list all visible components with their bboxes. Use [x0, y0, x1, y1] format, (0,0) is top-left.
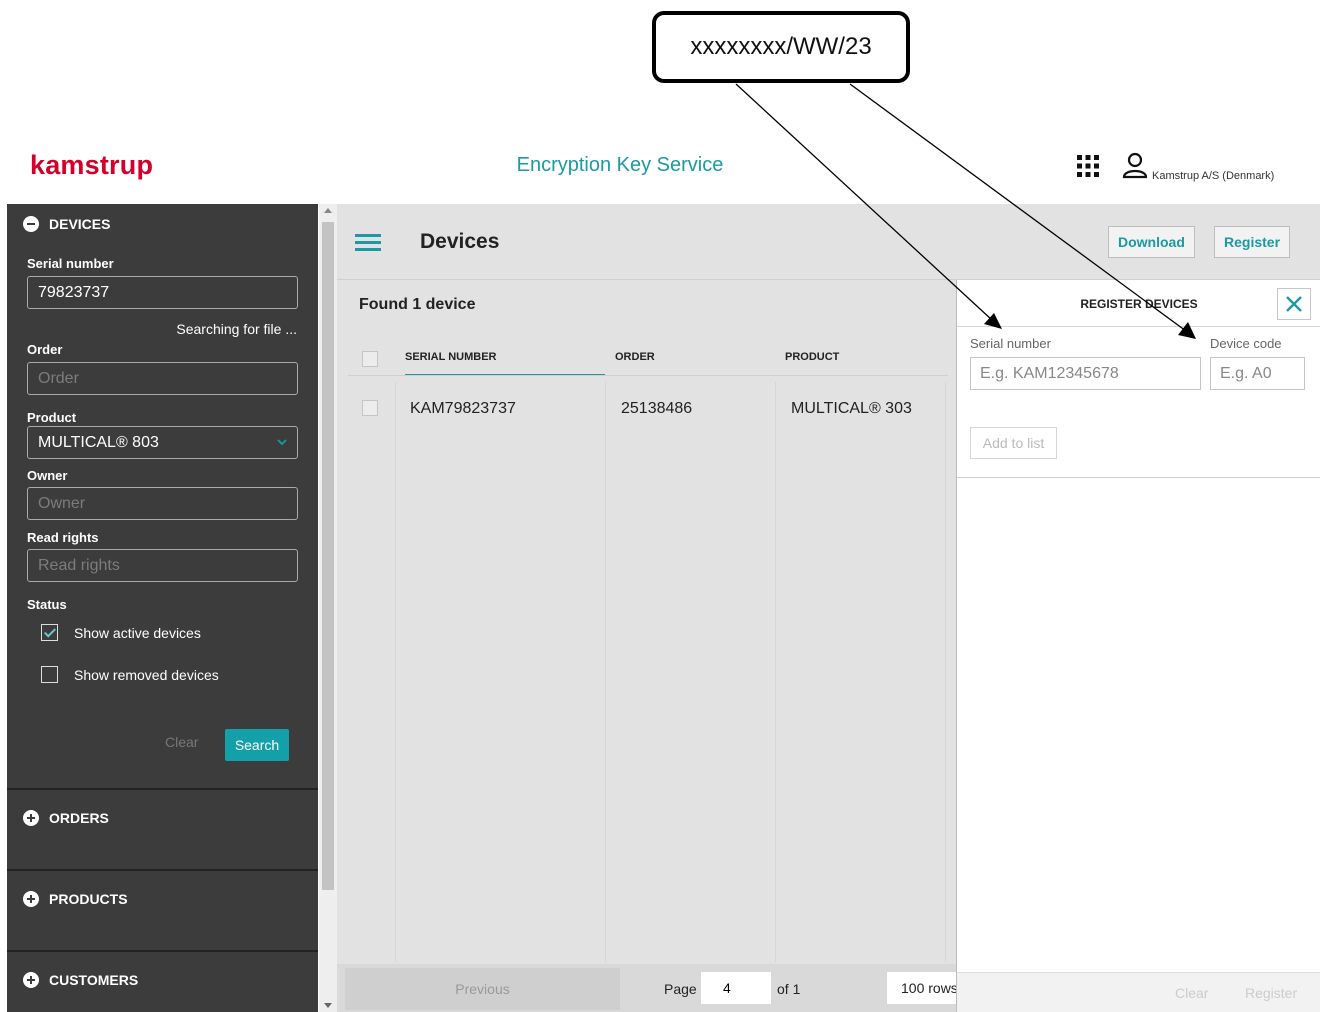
register-devices-panel: REGISTER DEVICES Serial number Device co…	[956, 280, 1320, 1012]
close-panel-button[interactable]	[1277, 288, 1311, 320]
screen: xxxxxxxx/WW/23 kamstrup Encryption Key S…	[0, 0, 1320, 1012]
close-icon	[1286, 296, 1302, 312]
section-divider	[7, 869, 318, 871]
results-count: Found 1 device	[359, 296, 476, 313]
main-toolbar: Devices Download Register	[337, 204, 1320, 280]
owner-input[interactable]: Owner	[27, 487, 298, 520]
show-removed-checkbox-row[interactable]: Show removed devices	[41, 666, 219, 683]
panel-clear-button[interactable]: Clear	[1175, 985, 1208, 1001]
menu-icon[interactable]	[355, 234, 381, 252]
show-active-checkbox-row[interactable]: Show active devices	[41, 624, 201, 641]
kamstrup-logo[interactable]: kamstrup	[30, 150, 153, 181]
orders-section-header[interactable]: ORDERS	[23, 810, 109, 826]
devices-section-title: DEVICES	[49, 216, 111, 232]
minus-circle-icon	[23, 216, 39, 232]
product-select-value: MULTICAL® 803	[38, 433, 159, 451]
column-separator	[775, 382, 776, 962]
plus-circle-icon	[23, 972, 39, 988]
register-button[interactable]: Register	[1214, 226, 1291, 258]
company-name: Kamstrup A/S (Denmark)	[1152, 170, 1275, 182]
download-button[interactable]: Download	[1108, 226, 1195, 258]
order-label: Order	[27, 342, 63, 357]
column-header-serial[interactable]: SERIAL NUMBER	[405, 338, 605, 376]
serial-number-label: Serial number	[27, 256, 114, 271]
panel-divider	[957, 326, 1320, 327]
app-title: Encryption Key Service	[516, 154, 724, 176]
page-number-input[interactable]	[701, 972, 771, 1004]
panel-title: REGISTER DEVICES	[1080, 297, 1198, 311]
app-header: kamstrup Encryption Key Service Kamstrup…	[0, 130, 1320, 204]
devices-section-header[interactable]: DEVICES	[23, 216, 110, 232]
scrollbar-thumb[interactable]	[322, 222, 334, 890]
user-icon[interactable]	[1122, 152, 1148, 180]
section-divider	[7, 950, 318, 952]
table-header-divider	[348, 375, 948, 376]
customers-section-header[interactable]: CUSTOMERS	[23, 972, 138, 988]
order-input[interactable]: Order	[27, 362, 298, 395]
annotation-callout: xxxxxxxx/WW/23	[652, 11, 910, 83]
serial-number-input[interactable]: 79823737	[27, 276, 298, 309]
page-count: of 1	[777, 981, 801, 997]
product-select[interactable]: MULTICAL® 803	[27, 426, 298, 459]
show-removed-label: Show removed devices	[74, 666, 219, 683]
column-separator	[945, 382, 946, 962]
search-button[interactable]: Search	[225, 729, 289, 761]
clear-filters-button[interactable]: Clear	[165, 734, 198, 750]
read-rights-label: Read rights	[27, 530, 99, 545]
scroll-down-arrow-icon[interactable]	[324, 1003, 332, 1008]
row-order: 25138486	[621, 400, 693, 417]
select-all-checkbox[interactable]	[362, 351, 378, 367]
page-title: Devices	[420, 230, 500, 253]
read-rights-input[interactable]: Read rights	[27, 549, 298, 582]
panel-serial-input[interactable]	[970, 357, 1201, 390]
orders-section-title: ORDERS	[49, 810, 109, 826]
app-grid-icon[interactable]	[1076, 154, 1100, 178]
scroll-up-arrow-icon[interactable]	[324, 208, 332, 213]
column-header-order[interactable]: ORDER	[615, 338, 775, 376]
row-serial-number: KAM79823737	[410, 400, 516, 417]
pagination-bar: Previous Page of 1 100 rows	[337, 964, 967, 1012]
panel-device-code-label: Device code	[1210, 336, 1282, 351]
page-label: Page	[664, 981, 697, 997]
add-to-list-button[interactable]: Add to list	[970, 427, 1057, 459]
show-removed-checkbox[interactable]	[41, 666, 58, 683]
column-header-product[interactable]: PRODUCT	[785, 338, 945, 376]
previous-page-button[interactable]: Previous	[345, 968, 620, 1010]
searching-status: Searching for file ...	[176, 321, 297, 337]
rows-per-page-select[interactable]: 100 rows	[887, 972, 967, 1004]
status-label: Status	[27, 597, 67, 612]
column-header-order-label: ORDER	[615, 351, 655, 363]
row-checkbox[interactable]	[362, 400, 378, 416]
section-divider	[7, 788, 318, 790]
column-header-product-label: PRODUCT	[785, 351, 840, 363]
plus-circle-icon	[23, 891, 39, 907]
sidebar-scrollbar[interactable]	[319, 204, 337, 1012]
panel-register-button[interactable]: Register	[1245, 985, 1297, 1001]
row-product: MULTICAL® 303	[791, 400, 912, 417]
show-active-checkbox[interactable]	[41, 624, 58, 641]
column-separator	[605, 382, 606, 962]
plus-circle-icon	[23, 810, 39, 826]
chevron-down-icon	[277, 439, 287, 446]
panel-serial-label: Serial number	[970, 336, 1051, 351]
filter-sidebar: DEVICES Serial number 79823737 Searching…	[7, 204, 318, 1012]
column-header-serial-label: SERIAL NUMBER	[405, 351, 497, 363]
annotation-text: xxxxxxxx/WW/23	[690, 33, 872, 60]
column-separator	[395, 382, 396, 962]
products-section-title: PRODUCTS	[49, 891, 128, 907]
owner-label: Owner	[27, 468, 68, 483]
customers-section-title: CUSTOMERS	[49, 972, 139, 988]
panel-device-code-input[interactable]	[1210, 357, 1305, 390]
panel-footer: Clear Register	[957, 972, 1320, 1012]
show-active-label: Show active devices	[74, 624, 201, 641]
panel-divider	[957, 477, 1320, 478]
products-section-header[interactable]: PRODUCTS	[23, 891, 128, 907]
product-label: Product	[27, 410, 77, 425]
